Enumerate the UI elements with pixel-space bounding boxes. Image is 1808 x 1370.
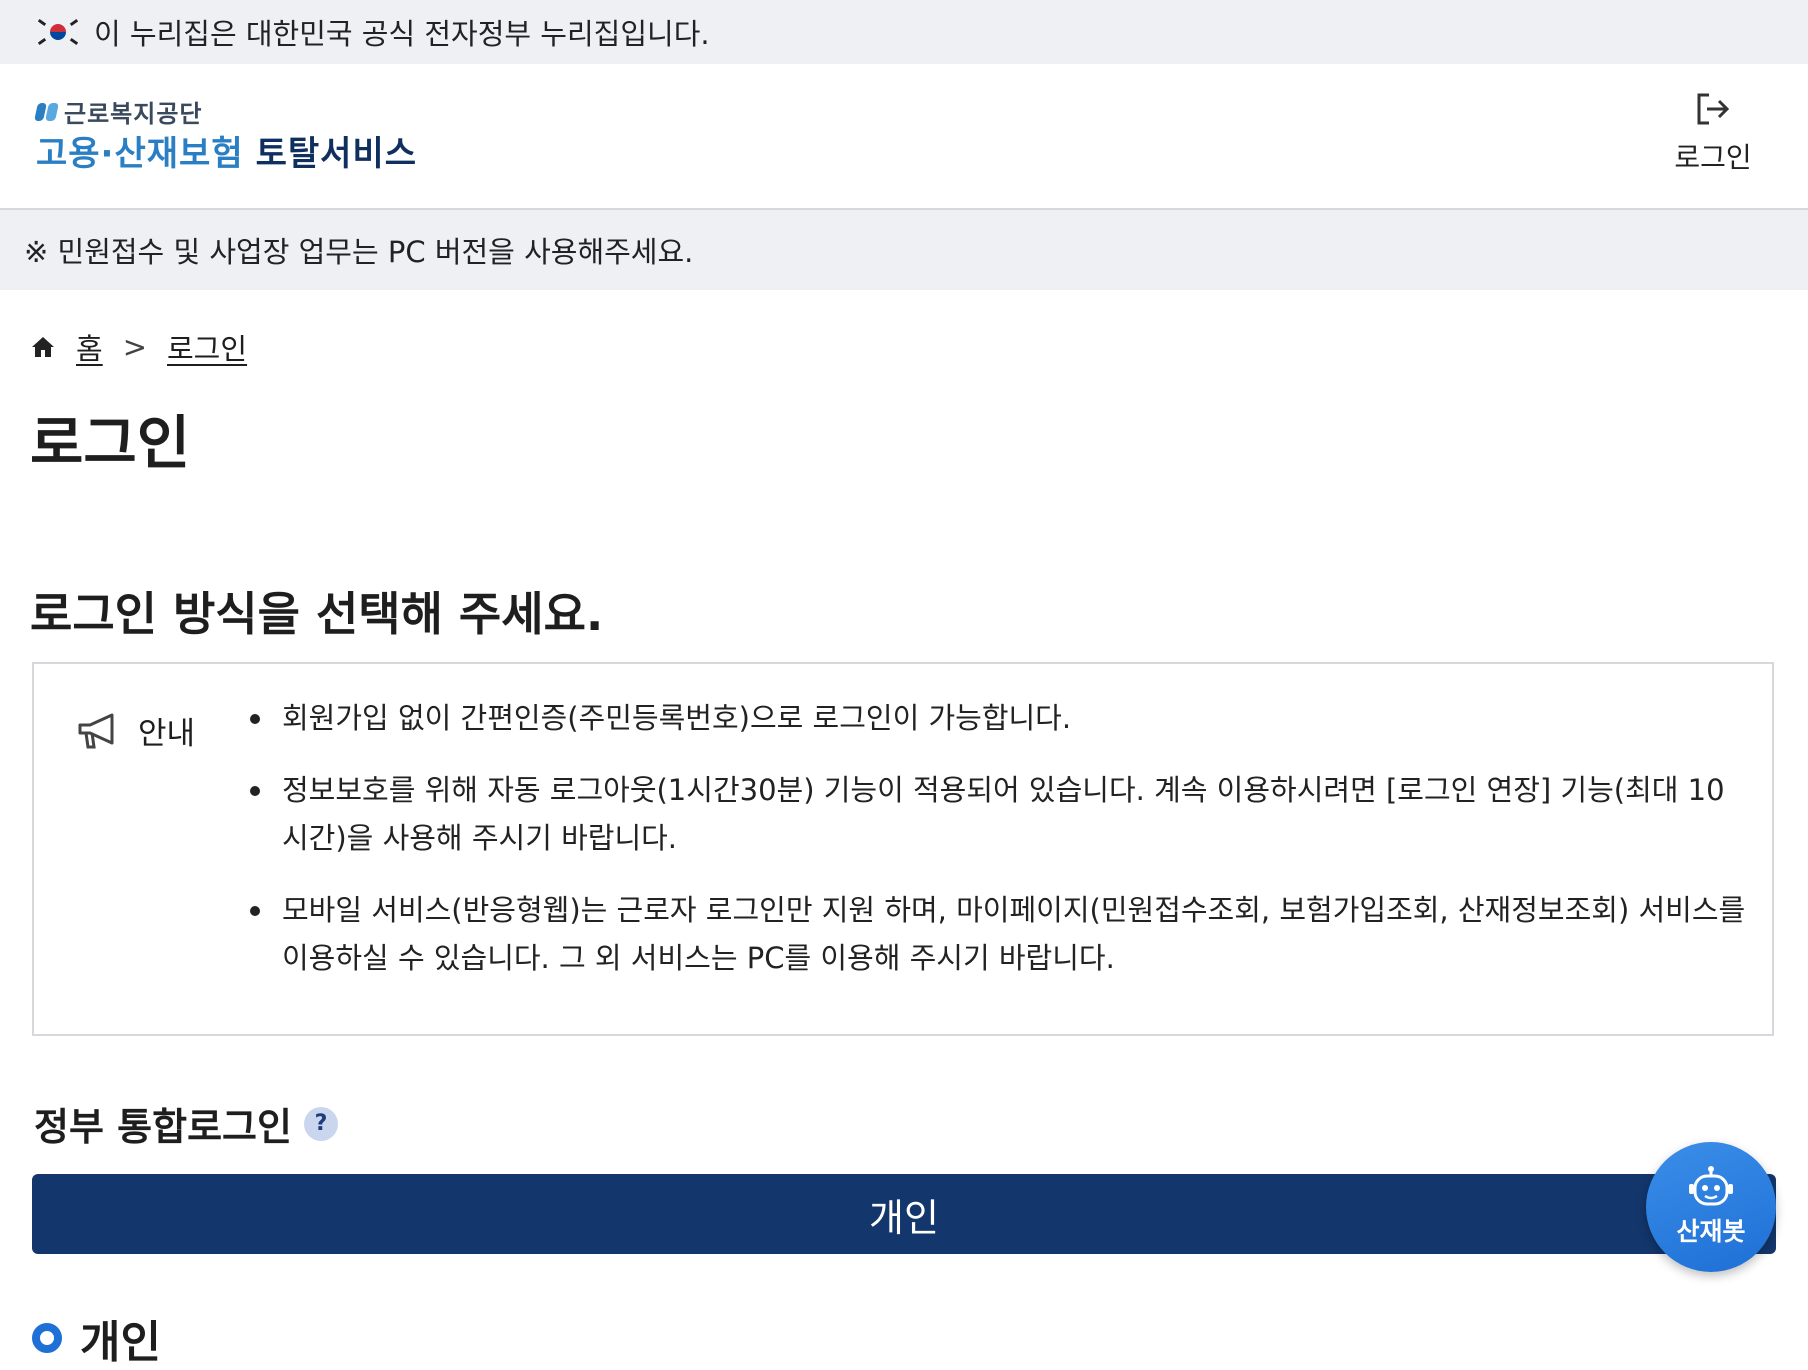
service-name: 고용·산재보험 토탈서비스 <box>36 134 418 174</box>
breadcrumb-current-link[interactable]: 로그인 <box>167 326 247 368</box>
info-list: 회원가입 없이 간편인증(주민등록번호)으로 로그인이 가능합니다. 정보보호를… <box>246 694 1746 1006</box>
info-label: 안내 <box>76 708 195 753</box>
chevron-right-icon: > <box>122 330 147 364</box>
info-item: 회원가입 없이 간편인증(주민등록번호)으로 로그인이 가능합니다. <box>246 694 1746 742</box>
korean-flag-icon <box>37 17 79 47</box>
megaphone-icon <box>78 713 114 748</box>
sso-section-title: 정부 통합로그인 ? <box>34 1096 338 1151</box>
chatbot-button[interactable]: 산재봇 <box>1646 1142 1776 1272</box>
login-icon <box>1697 93 1730 125</box>
radio-selected-icon <box>32 1323 62 1353</box>
personal-radio-option[interactable]: 개인 <box>32 1306 161 1370</box>
pc-version-notice: ※ 민원접수 및 사업장 업무는 PC 버전을 사용해주세요. <box>0 210 1808 290</box>
radio-label: 개인 <box>80 1317 161 1368</box>
info-item: 모바일 서비스(반응형웹)는 근로자 로그인만 지원 하며, 마이페이지(민원접… <box>246 886 1746 982</box>
org-name: 근로복지공단 <box>64 100 203 128</box>
gov-banner-text: 이 누리집은 대한민국 공식 전자정부 누리집입니다. <box>94 17 710 51</box>
breadcrumb-home-link[interactable]: 홈 <box>76 326 103 368</box>
info-box: 안내 회원가입 없이 간편인증(주민등록번호)으로 로그인이 가능합니다. 정보… <box>32 662 1774 1036</box>
home-icon <box>32 337 54 357</box>
chatbot-label: 산재봇 <box>1676 1217 1746 1246</box>
gov-banner: 이 누리집은 대한민국 공식 전자정부 누리집입니다. <box>0 0 1808 64</box>
site-logo[interactable]: 근로복지공단 <box>34 94 203 129</box>
help-icon[interactable]: ? <box>303 1106 338 1141</box>
site-header: 근로복지공단 고용·산재보험 토탈서비스 로그인 <box>0 64 1808 210</box>
section-title: 로그인 방식을 선택해 주세요. <box>30 587 604 641</box>
personal-login-button[interactable]: 개인 <box>32 1174 1776 1254</box>
robot-icon <box>1689 1166 1733 1206</box>
header-login-label: 로그인 <box>1674 141 1752 174</box>
info-item: 정보보호를 위해 자동 로그아웃(1시간30분) 기능이 적용되어 있습니다. … <box>246 766 1746 862</box>
header-login-button[interactable]: 로그인 <box>1668 92 1758 176</box>
page-title: 로그인 <box>30 409 191 477</box>
notice-text: ※ 민원접수 및 사업장 업무는 PC 버전을 사용해주세요. <box>24 235 694 269</box>
breadcrumb: 홈 > 로그인 <box>30 326 247 368</box>
comwel-logo-icon <box>34 101 59 123</box>
